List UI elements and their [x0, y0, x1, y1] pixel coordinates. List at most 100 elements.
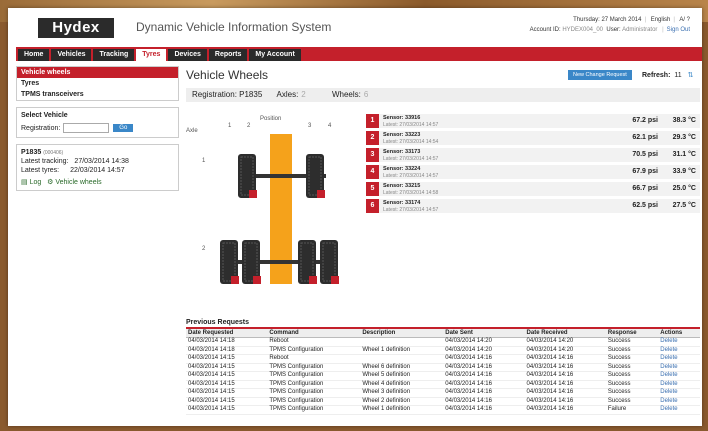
delete-link[interactable]: Delete: [658, 354, 700, 364]
go-button[interactable]: Go: [113, 124, 134, 132]
tyre-2[interactable]: [306, 154, 325, 198]
sensor-name: Sensor: 33916: [383, 115, 421, 121]
new-change-request-button[interactable]: New Change Request: [568, 70, 632, 80]
table-row: 04/03/2014 14:15 TPMS Configuration Wheel …: [186, 380, 700, 389]
table-cell: 04/03/2014 14:15: [186, 388, 268, 398]
table-cell: Wheel 5 definition: [360, 371, 444, 381]
sensor-number: 2: [366, 131, 379, 145]
position-4: 4: [328, 123, 332, 129]
account-value: HYDEX004_00: [562, 27, 604, 33]
latest-tracking-value: 27/03/2014 14:38: [74, 158, 129, 165]
table-cell: Success: [605, 371, 659, 381]
sensor-list: 1 Sensor: 33916 Latest: 27/03/2014 14:57 67…: [366, 114, 700, 216]
nav-tab-tracking[interactable]: Tracking: [93, 49, 135, 61]
sensor-row[interactable]: 5 Sensor: 33215 Latest: 27/03/2014 14:58 66…: [366, 182, 700, 196]
delete-link[interactable]: Delete: [658, 388, 700, 398]
nav-tab-devices[interactable]: Devices: [168, 49, 207, 61]
table-cell: 04/03/2014 14:16: [524, 363, 606, 372]
column-header[interactable]: Response: [605, 327, 659, 338]
hydex-logo[interactable]: Hydex: [38, 18, 114, 38]
delete-link[interactable]: Delete: [658, 346, 700, 355]
sensor-pressure: 67.2 psi: [632, 117, 658, 124]
header-info: Thursday: 27 March 2014 | English | A/ ? A…: [529, 17, 690, 33]
delete-link[interactable]: Delete: [658, 405, 700, 415]
sensor-name: Sensor: 33223: [383, 132, 421, 138]
sensor-pressure: 66.7 psi: [632, 185, 658, 192]
column-header[interactable]: Actions: [658, 327, 700, 338]
delete-link[interactable]: Delete: [658, 380, 700, 389]
table-cell: TPMS Configuration: [267, 405, 361, 415]
table-cell: Success: [605, 346, 659, 355]
table-cell: [360, 337, 444, 347]
tyre-6[interactable]: [320, 240, 339, 284]
table-cell: 04/03/2014 14:16: [443, 354, 525, 364]
vehicle-summary: P1835 (000406) Latest tracking: 27/03/20…: [16, 144, 179, 191]
sensor-latest: Latest: 27/03/2014 14:58: [383, 190, 439, 196]
table-cell: Reboot: [267, 337, 361, 347]
nav-tab-reports[interactable]: Reports: [208, 49, 248, 61]
table-cell: 04/03/2014 14:16: [443, 380, 525, 389]
table-row: 04/03/2014 14:15 Reboot 04/03/2014 14:16 04…: [186, 354, 700, 364]
tyre-3[interactable]: [220, 240, 239, 284]
menu-item-tpms-transceivers[interactable]: TPMS transceivers: [17, 89, 178, 100]
table-cell: 04/03/2014 14:16: [524, 380, 606, 389]
table-cell: Failure: [605, 405, 659, 415]
nav-tab-tyres[interactable]: Tyres: [136, 49, 167, 61]
table-cell: 04/03/2014 14:15: [186, 397, 268, 406]
tyre-5[interactable]: [298, 240, 317, 284]
sensor-row[interactable]: 1 Sensor: 33916 Latest: 27/03/2014 14:57 67…: [366, 114, 700, 128]
wheels-menu: Vehicle wheels Tyres TPMS transceivers: [16, 66, 179, 101]
table-row: 04/03/2014 14:15 TPMS Configuration Wheel …: [186, 405, 700, 415]
nav-tab-home[interactable]: Home: [18, 49, 50, 61]
sensor-row[interactable]: 3 Sensor: 33173 Latest: 27/03/2014 14:57 70…: [366, 148, 700, 162]
delete-link[interactable]: Delete: [658, 371, 700, 381]
help-icon[interactable]: ?: [687, 17, 690, 23]
refresh-value: 11: [674, 72, 682, 79]
table-cell: 04/03/2014 14:16: [443, 397, 525, 406]
column-header[interactable]: Description: [360, 327, 444, 338]
table-cell: TPMS Configuration: [267, 371, 361, 381]
table-row: 04/03/2014 14:18 TPMS Configuration Wheel …: [186, 346, 700, 355]
column-header[interactable]: Command: [267, 327, 361, 338]
nav-tab-vehicles[interactable]: Vehicles: [51, 49, 92, 61]
registration-info: Registration: P1835: [192, 90, 263, 99]
refresh-label: Refresh:: [642, 72, 671, 79]
sensor-latest: Latest: 27/03/2014 14:57: [383, 207, 439, 213]
delete-link[interactable]: Delete: [658, 337, 700, 347]
table-cell: Success: [605, 397, 659, 406]
sensor-row[interactable]: 4 Sensor: 33224 Latest: 27/03/2014 14:57 67…: [366, 165, 700, 179]
refresh-icon[interactable]: ⇅: [688, 72, 694, 79]
vehicle-wheels-link[interactable]: Vehicle wheels: [55, 179, 101, 186]
column-header[interactable]: Date Received: [524, 327, 606, 338]
delete-link[interactable]: Delete: [658, 363, 700, 372]
table-cell: 04/03/2014 14:20: [443, 337, 525, 347]
nav-tab-my-account[interactable]: My Account: [249, 49, 301, 61]
sensor-row[interactable]: 6 Sensor: 33174 Latest: 27/03/2014 14:57 62…: [366, 199, 700, 213]
sensor-name: Sensor: 33224: [383, 166, 421, 172]
sensor-latest: Latest: 27/03/2014 14:54: [383, 139, 439, 145]
column-header[interactable]: Date Sent: [443, 327, 525, 338]
sensor-latest: Latest: 27/03/2014 14:57: [383, 156, 439, 162]
sidebar: Vehicle wheels Tyres TPMS transceivers S…: [16, 66, 179, 197]
sensor-name: Sensor: 33215: [383, 183, 421, 189]
table-cell: 04/03/2014 14:16: [524, 388, 606, 398]
menu-item-tyres[interactable]: Tyres: [17, 78, 178, 89]
refresh-control: Refresh: 11 ⇅: [642, 71, 693, 79]
tyre-1[interactable]: [238, 154, 257, 198]
registration-input[interactable]: [63, 123, 110, 133]
log-link[interactable]: Log: [30, 179, 42, 186]
menu-item-vehicle-wheels[interactable]: Vehicle wheels: [17, 67, 178, 78]
delete-link[interactable]: Delete: [658, 397, 700, 406]
latest-tyres-value: 22/03/2014 14:57: [70, 167, 125, 174]
sensor-row[interactable]: 2 Sensor: 33223 Latest: 27/03/2014 14:54 62…: [366, 131, 700, 145]
sensor-number: 4: [366, 165, 379, 179]
language-link[interactable]: English: [651, 17, 671, 23]
accessibility-icon[interactable]: A/: [679, 17, 685, 23]
table-cell: 04/03/2014 14:15: [186, 371, 268, 381]
main-nav: Home Vehicles Tracking Tyres Devices Reports M…: [16, 47, 702, 61]
tyre-4[interactable]: [242, 240, 261, 284]
table-cell: Wheel 4 definition: [360, 380, 444, 389]
signout-link[interactable]: Sign Out: [667, 27, 690, 33]
table-cell: 04/03/2014 14:18: [186, 346, 268, 355]
column-header[interactable]: Date Requested: [186, 327, 268, 338]
